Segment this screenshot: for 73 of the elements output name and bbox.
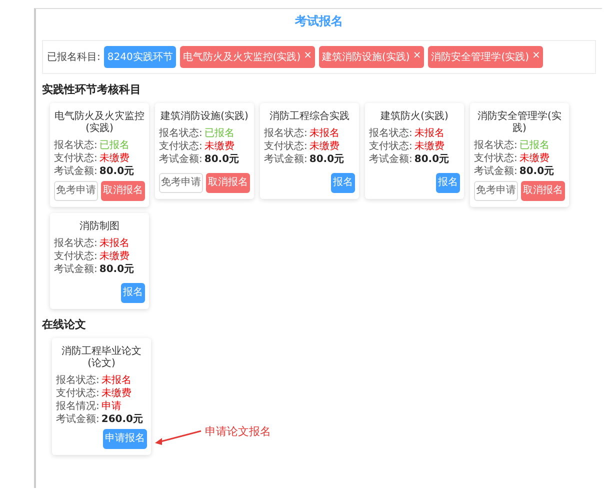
field-value: 已报名: [519, 139, 550, 152]
cancel-button[interactable]: 取消报名: [101, 181, 145, 201]
registered-label: 已报名科目:: [47, 50, 100, 64]
field-label: 报名状态:: [54, 237, 98, 250]
exemption-button[interactable]: 免考申请: [54, 181, 98, 201]
field-value: 80.0元: [99, 165, 134, 178]
field-value: 未报名: [99, 237, 130, 250]
field-value: 已报名: [204, 127, 234, 140]
register-button[interactable]: 报名: [436, 173, 460, 193]
section-heading: 在线论文: [42, 317, 87, 332]
annotation-text: 申请论文报名: [205, 424, 271, 439]
field-value: 未缴费: [414, 140, 444, 153]
field-label: 报名状态:: [369, 127, 412, 140]
field-label: 考试金额:: [54, 165, 98, 178]
subject-tag[interactable]: 建筑消防设施(实践) ×: [319, 46, 424, 68]
page-title: 考试报名: [294, 13, 344, 30]
field-label: 支付状态:: [264, 140, 308, 153]
register-button[interactable]: 报名: [121, 283, 145, 303]
register-button[interactable]: 报名: [331, 173, 355, 193]
field-value: 未缴费: [204, 140, 234, 153]
close-icon[interactable]: ×: [304, 50, 312, 64]
cancel-button[interactable]: 取消报名: [521, 181, 565, 201]
cancel-button[interactable]: 取消报名: [206, 173, 250, 193]
close-icon[interactable]: ×: [532, 50, 540, 64]
field-value: 未报名: [309, 127, 340, 140]
field-value: 未报名: [101, 374, 132, 387]
register-button[interactable]: 申请报名: [103, 429, 147, 449]
field-value: 80.0元: [414, 153, 450, 166]
field-label: 支付状态:: [56, 387, 100, 400]
field-value: 80.0元: [204, 153, 240, 166]
field-label: 支付状态:: [159, 140, 202, 153]
field-label: 考试金额:: [474, 165, 518, 178]
field-value: 80.0元: [309, 153, 344, 166]
field-label: 考试金额:: [56, 413, 100, 426]
field-label: 支付状态:: [369, 140, 412, 153]
subject-tag[interactable]: 电气防火及火灾监控(实践) ×: [180, 46, 316, 68]
course-title: 建筑防火(实践): [380, 111, 450, 123]
field-label: 考试金额:: [159, 153, 202, 166]
course-title: 电气防火及火灾监控(实践): [54, 111, 145, 135]
field-value: 已报名: [99, 139, 130, 152]
field-label: 支付状态:: [54, 152, 98, 165]
close-icon[interactable]: ×: [412, 50, 422, 64]
course-title: 消防制图: [78, 221, 120, 233]
field-label: 考试金额:: [54, 263, 98, 276]
field-value: 未缴费: [99, 152, 130, 165]
field-value: 未缴费: [101, 387, 132, 400]
field-label: 支付状态:: [54, 250, 98, 263]
field-value: 未缴费: [309, 140, 340, 153]
field-label: 报名情况:: [56, 400, 100, 413]
field-label: 报名状态:: [54, 139, 98, 152]
course-title: 建筑消防设施(实践): [160, 111, 250, 123]
course-title: 消防工程综合实践: [268, 111, 350, 123]
exemption-button[interactable]: 免考申请: [474, 181, 518, 201]
exemption-button[interactable]: 免考申请: [159, 173, 203, 193]
field-value: 未缴费: [519, 152, 550, 165]
field-label: 报名状态:: [56, 374, 100, 387]
course-title: 消防工程毕业论文(论文): [60, 346, 142, 370]
field-value: 80.0元: [519, 165, 554, 178]
subject-tag[interactable]: 8240实践环节: [104, 46, 176, 68]
field-value: 260.0元: [101, 413, 144, 426]
field-label: 支付状态:: [474, 152, 518, 165]
field-label: 考试金额:: [264, 153, 308, 166]
subject-tag[interactable]: 消防安全管理学(实践) ×: [428, 46, 544, 68]
field-label: 考试金额:: [369, 153, 412, 166]
field-label: 报名状态:: [474, 139, 518, 152]
course-title: 消防安全管理学(实践): [476, 111, 562, 135]
field-value: 未缴费: [99, 250, 130, 263]
field-label: 报名状态:: [264, 127, 308, 140]
field-value: 80.0元: [99, 263, 134, 276]
field-label: 报名状态:: [159, 127, 202, 140]
section-heading: 实践性环节考核科目: [42, 82, 142, 97]
field-value: 未报名: [414, 127, 444, 140]
field-value: 申请: [101, 400, 122, 413]
